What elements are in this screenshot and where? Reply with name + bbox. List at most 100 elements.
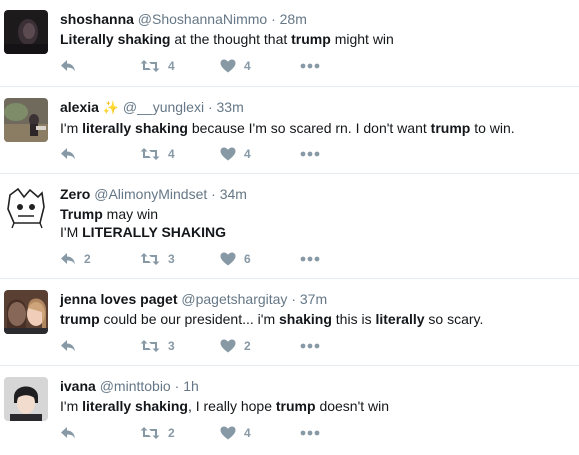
tweet[interactable]: shoshanna @ShoshannaNimmo · 28m Literall… bbox=[0, 0, 579, 87]
tweet[interactable]: Zero @AlimonyMindset · 34m Trump may win… bbox=[0, 175, 579, 279]
more-button[interactable] bbox=[300, 56, 320, 76]
tweet-text: I'm literally shaking because I'm so sca… bbox=[60, 119, 571, 137]
tweet-text-segment: LITERALLY SHAKING bbox=[82, 224, 227, 240]
reply-button[interactable] bbox=[60, 423, 84, 443]
retweet-count: 2 bbox=[168, 426, 175, 440]
more-icon bbox=[300, 430, 320, 436]
retweet-button[interactable]: 4 bbox=[140, 144, 175, 164]
like-button[interactable]: 6 bbox=[220, 249, 251, 269]
like-button[interactable]: 4 bbox=[220, 56, 251, 76]
tweet-text-segment: to win. bbox=[470, 120, 515, 136]
timestamp[interactable]: 28m bbox=[280, 11, 307, 27]
tweet-text-segment: trump bbox=[275, 398, 316, 414]
tweet[interactable]: ivana @minttobio · 1h I'm literally shak… bbox=[0, 367, 579, 455]
tweet-text-segment: literally bbox=[375, 311, 425, 327]
tweet-text-segment: I'M bbox=[60, 224, 83, 240]
timestamp[interactable]: 1h bbox=[183, 378, 199, 394]
tweet-text-segment: may win bbox=[102, 206, 159, 222]
avatar[interactable] bbox=[4, 290, 48, 334]
more-button[interactable] bbox=[300, 336, 320, 356]
reply-button[interactable] bbox=[60, 144, 84, 164]
retweet-icon bbox=[140, 148, 160, 160]
retweet-icon bbox=[140, 253, 160, 265]
retweet-button[interactable]: 4 bbox=[140, 56, 175, 76]
tweet-text-segment: shaking bbox=[279, 311, 332, 327]
like-icon bbox=[220, 59, 236, 73]
timestamp[interactable]: 37m bbox=[300, 291, 327, 307]
tweet-actions: 4 4 bbox=[60, 56, 360, 76]
display-name[interactable]: jenna loves paget bbox=[60, 291, 177, 307]
retweet-count: 4 bbox=[168, 59, 175, 73]
tweet-actions: 4 4 bbox=[60, 144, 360, 164]
tweet-text: trump could be our president... i'm shak… bbox=[60, 310, 571, 328]
like-count: 6 bbox=[244, 252, 251, 266]
username[interactable]: @AlimonyMindset bbox=[94, 186, 207, 202]
timestamp[interactable]: 33m bbox=[217, 99, 244, 115]
reply-icon bbox=[61, 340, 75, 352]
username[interactable]: @__yunglexi bbox=[123, 99, 204, 115]
tweet-header: alexia ✨ @__yunglexi · 33m bbox=[60, 98, 571, 117]
timestamp[interactable]: 34m bbox=[220, 186, 247, 202]
tweet-text-segment: this is bbox=[331, 311, 376, 327]
retweet-icon bbox=[140, 340, 160, 352]
more-icon bbox=[300, 343, 320, 349]
tweet[interactable]: alexia ✨ @__yunglexi · 33m I'm literally… bbox=[0, 88, 579, 174]
reply-button[interactable] bbox=[60, 336, 84, 356]
avatar[interactable] bbox=[4, 185, 48, 229]
retweet-count: 3 bbox=[168, 339, 175, 353]
display-name[interactable]: shoshanna bbox=[60, 11, 134, 27]
sparkles-emoji: ✨ bbox=[102, 100, 120, 115]
like-icon bbox=[220, 426, 236, 440]
tweet-text-segment: trump bbox=[291, 31, 331, 47]
separator-dot: · bbox=[207, 99, 213, 115]
like-button[interactable]: 4 bbox=[220, 423, 251, 443]
more-icon bbox=[300, 256, 320, 262]
reply-icon bbox=[61, 60, 75, 72]
display-name[interactable]: alexia bbox=[60, 99, 99, 115]
like-count: 4 bbox=[244, 59, 251, 73]
retweet-icon bbox=[140, 427, 160, 439]
more-button[interactable] bbox=[300, 423, 320, 443]
retweet-button[interactable]: 3 bbox=[140, 249, 175, 269]
username[interactable]: @minttobio bbox=[100, 378, 171, 394]
reply-count: 2 bbox=[84, 252, 91, 266]
tweet-text-segment: literally shaking bbox=[82, 398, 188, 414]
tweet-text-segment: doesn't win bbox=[315, 398, 390, 414]
reply-button[interactable] bbox=[60, 56, 84, 76]
avatar[interactable] bbox=[4, 10, 48, 54]
like-icon bbox=[220, 339, 236, 353]
display-name[interactable]: Zero bbox=[60, 186, 90, 202]
like-icon bbox=[220, 252, 236, 266]
reply-button[interactable]: 2 bbox=[60, 249, 91, 269]
like-icon bbox=[220, 147, 236, 161]
tweet-text-segment: literally shaking bbox=[82, 120, 188, 136]
tweet-text-segment: trump bbox=[430, 120, 471, 136]
tweet-text-segment: I'm bbox=[60, 120, 83, 136]
more-button[interactable] bbox=[300, 249, 320, 269]
separator-dot: · bbox=[271, 11, 276, 27]
avatar[interactable] bbox=[4, 98, 48, 142]
like-button[interactable]: 4 bbox=[220, 144, 251, 164]
more-button[interactable] bbox=[300, 144, 320, 164]
like-count: 4 bbox=[244, 426, 251, 440]
tweet-actions: 2 4 bbox=[60, 423, 360, 443]
tweet[interactable]: jenna loves paget @pagetshargitay · 37m … bbox=[0, 280, 579, 366]
display-name[interactable]: ivana bbox=[60, 378, 96, 394]
tweet-text-segment: , I really hope bbox=[187, 398, 276, 414]
tweet-text-segment: trump bbox=[60, 311, 100, 327]
retweet-button[interactable]: 2 bbox=[140, 423, 175, 443]
tweet-header: Zero @AlimonyMindset · 34m bbox=[60, 185, 571, 203]
tweet-header: jenna loves paget @pagetshargitay · 37m bbox=[60, 290, 571, 308]
avatar[interactable] bbox=[4, 377, 48, 421]
retweet-button[interactable]: 3 bbox=[140, 336, 175, 356]
like-count: 2 bbox=[244, 339, 251, 353]
tweet-text-segment: at the thought that bbox=[170, 31, 292, 47]
tweet-text: I'm literally shaking, I really hope tru… bbox=[60, 397, 571, 415]
reply-icon bbox=[61, 427, 75, 439]
like-button[interactable]: 2 bbox=[220, 336, 251, 356]
separator-dot: · bbox=[174, 378, 180, 394]
tweet-text-segment: Literally shaking bbox=[60, 31, 171, 47]
username[interactable]: @pagetshargitay bbox=[181, 291, 287, 307]
username[interactable]: @ShoshannaNimmo bbox=[138, 11, 267, 27]
like-count: 4 bbox=[244, 147, 251, 161]
